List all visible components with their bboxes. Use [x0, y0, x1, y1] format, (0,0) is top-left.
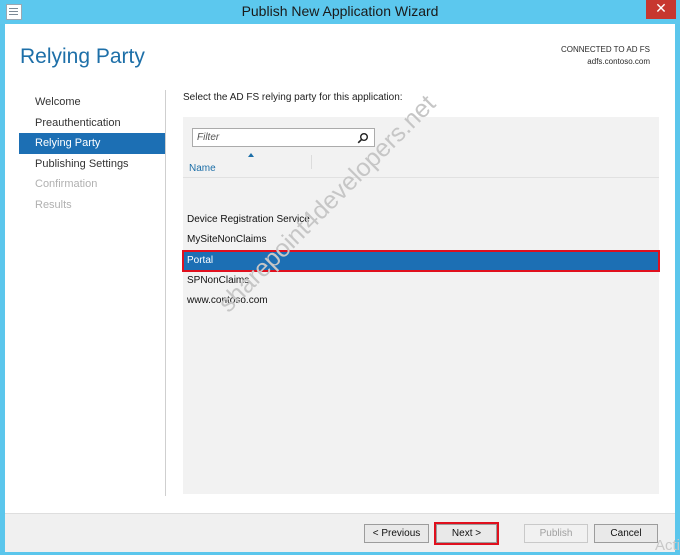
button-bar: < Previous Next > Publish Cancel	[5, 513, 675, 552]
previous-button[interactable]: < Previous	[364, 524, 429, 543]
connection-info: CONNECTED TO AD FS adfs.contoso.com	[561, 44, 650, 68]
nav-item-publishing-settings[interactable]: Publishing Settings	[19, 154, 165, 175]
column-header-name[interactable]: Name	[189, 153, 311, 177]
title-bar: Publish New Application Wizard ✕	[0, 0, 680, 24]
nav-item-confirmation: Confirmation	[35, 178, 98, 190]
list-item[interactable]: SPNonClaims	[183, 271, 659, 291]
list-item[interactable]: Device Registration Service	[183, 210, 659, 230]
close-button[interactable]: ✕	[646, 0, 676, 19]
nav-divider	[165, 90, 166, 496]
nav-item-welcome[interactable]: Welcome	[19, 92, 165, 113]
publish-button: Publish	[524, 524, 588, 543]
instruction-text: Select the AD FS relying party for this …	[183, 92, 403, 103]
relying-party-list-panel: Name Device Registration ServiceMySiteNo…	[182, 117, 660, 494]
nav-item-preauthentication[interactable]: Preauthentication	[19, 113, 165, 134]
column-divider[interactable]	[311, 155, 312, 169]
search-icon[interactable]	[357, 132, 369, 144]
wizard-client-area: Relying Party CONNECTED TO AD FS adfs.co…	[5, 24, 675, 552]
column-header-row: Name	[183, 153, 659, 178]
sort-ascending-icon	[248, 153, 254, 157]
list-item[interactable]: MySiteNonClaims	[183, 230, 659, 250]
column-header-label: Name	[189, 163, 216, 174]
relying-party-rows: Device Registration Service MySiteNonClai…	[182, 210, 660, 311]
window-title: Publish New Application Wizard	[241, 3, 439, 19]
next-button[interactable]: Next >	[434, 522, 499, 545]
list-item[interactable]: Portal	[182, 249, 660, 272]
cancel-button[interactable]: Cancel	[594, 524, 658, 543]
close-icon: ✕	[655, 1, 667, 17]
page-title: Relying Party	[20, 45, 145, 68]
activation-watermark: Acti	[654, 537, 680, 554]
filter-input[interactable]	[193, 129, 357, 146]
filter-box[interactable]	[192, 128, 375, 147]
connection-label: CONNECTED TO AD FS	[560, 45, 650, 54]
connection-server: adfs.contoso.com	[587, 57, 650, 66]
nav-item-relying-party[interactable]: Relying Party	[19, 133, 165, 154]
list-item[interactable]: www.contoso.com	[183, 291, 659, 311]
wizard-step-nav: Welcome Preauthentication Relying Party Pub…	[19, 92, 165, 215]
nav-item-results: Results	[35, 198, 72, 211]
